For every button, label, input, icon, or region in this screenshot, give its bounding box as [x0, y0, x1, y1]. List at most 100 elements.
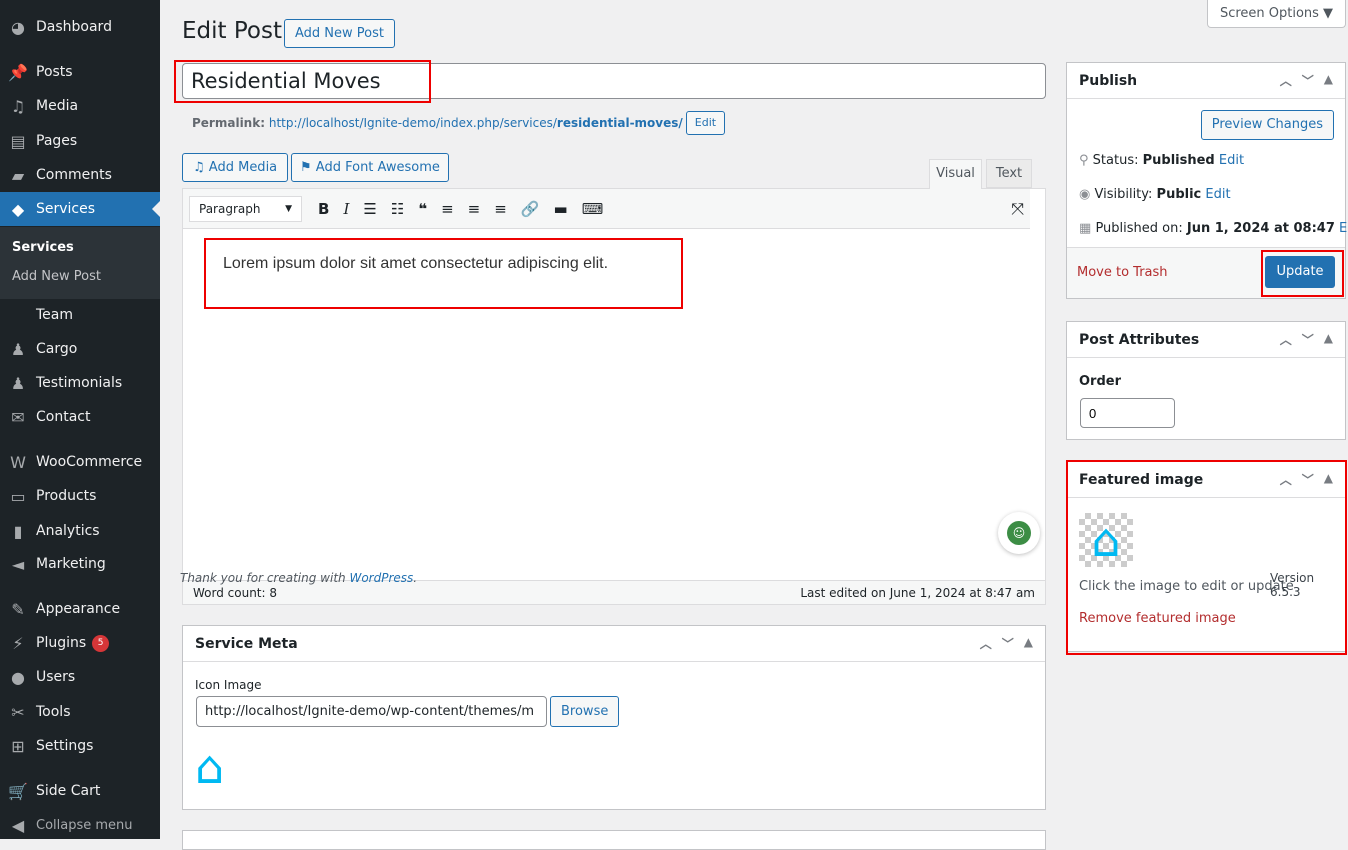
- word-count: Word count: 8: [193, 585, 278, 600]
- bullet-list-icon[interactable]: ☰: [363, 200, 376, 218]
- edit-status-link[interactable]: Edit: [1219, 153, 1244, 168]
- toggle-icon[interactable]: ▲: [1324, 331, 1333, 348]
- add-font-awesome-button[interactable]: ⚑ Add Font Awesome: [291, 153, 449, 182]
- sidebar-item-label: Side Cart: [36, 783, 101, 799]
- status-row: ⚲ Status: Published Edit: [1079, 153, 1245, 168]
- move-up-icon[interactable]: ︿: [980, 635, 992, 652]
- screen-options-button[interactable]: Screen Options ▼: [1207, 0, 1346, 28]
- submenu-item[interactable]: Services: [12, 240, 74, 255]
- toggle-icon[interactable]: ▲: [1324, 471, 1333, 488]
- next-metabox: [182, 830, 1046, 850]
- wordpress-link[interactable]: WordPress: [349, 571, 413, 585]
- sidebar-item-side-cart[interactable]: 🛒 Side Cart: [0, 774, 160, 808]
- sidebar-item-appearance[interactable]: ✎ Appearance: [0, 592, 160, 626]
- sidebar-item-marketing[interactable]: ◄ Marketing: [0, 547, 160, 581]
- house-icon: ⌂: [195, 740, 225, 794]
- admin-sidebar: ◕ Dashboard 📌 Posts ♫ Media ▤ Pages ▰ Comments ◆ Se…: [0, 0, 160, 839]
- move-up-icon[interactable]: ︿: [1280, 471, 1292, 488]
- add-new-post-button[interactable]: Add New Post: [284, 19, 395, 48]
- permalink-edit-button[interactable]: Edit: [685, 111, 726, 135]
- sidebar-item-team[interactable]: Team: [0, 298, 160, 332]
- sidebar-item-comments[interactable]: ▰ Comments: [0, 158, 160, 192]
- browse-button[interactable]: Browse: [550, 696, 620, 727]
- move-up-icon[interactable]: ︿: [1280, 331, 1292, 348]
- add-media-button[interactable]: ♫ Add Media: [182, 153, 289, 182]
- sidebar-item-testimonials[interactable]: ♟ Testimonials: [0, 366, 160, 400]
- collapse-icon: ◀: [11, 815, 25, 835]
- brush-icon: ✎: [11, 599, 25, 619]
- move-to-trash-link[interactable]: Move to Trash: [1077, 265, 1168, 280]
- sidebar-item-media[interactable]: ♫ Media: [0, 89, 160, 123]
- edit-date-link[interactable]: Edit: [1339, 221, 1348, 236]
- bold-icon[interactable]: B: [318, 200, 329, 218]
- toolbar-toggle-icon[interactable]: ⌨: [582, 200, 604, 218]
- last-edited: Last edited on June 1, 2024 at 8:47 am: [800, 585, 1035, 600]
- remove-featured-image-link[interactable]: Remove featured image: [1079, 611, 1236, 626]
- toggle-icon[interactable]: ▲: [1024, 635, 1033, 652]
- sidebar-item-label: Testimonials: [36, 375, 123, 391]
- sidebar-item-settings[interactable]: ⊞ Settings: [0, 729, 160, 763]
- align-left-icon[interactable]: ≡: [441, 200, 454, 218]
- person-icon: ♟: [10, 373, 26, 393]
- sidebar-item-tools[interactable]: ✂ Tools: [0, 695, 160, 729]
- italic-icon[interactable]: I: [343, 200, 349, 218]
- sidebar-item-analytics[interactable]: ▮ Analytics: [0, 514, 160, 548]
- permalink-label: Permalink:: [192, 116, 266, 130]
- icon-image-url-input[interactable]: [196, 696, 547, 727]
- fullscreen-icon[interactable]: ⤧: [1011, 199, 1024, 219]
- move-down-icon[interactable]: ﹀: [1002, 635, 1014, 652]
- sidebar-item-posts[interactable]: 📌 Posts: [0, 55, 160, 89]
- order-input[interactable]: [1080, 398, 1175, 428]
- editor-content[interactable]: Lorem ipsum dolor sit amet consectetur a…: [223, 255, 608, 273]
- blockquote-icon[interactable]: ❝: [418, 200, 427, 218]
- publish-title: Publish: [1079, 72, 1138, 89]
- sidebar-item-label: Dashboard: [36, 19, 112, 35]
- sidebar-item-users[interactable]: ● Users: [0, 660, 160, 694]
- sidebar-item-products[interactable]: ▭ Products: [0, 479, 160, 513]
- mail-icon: ✉: [11, 407, 25, 427]
- numbered-list-icon[interactable]: ☷: [391, 200, 404, 218]
- sidebar-item-label: WooCommerce: [36, 454, 143, 470]
- sidebar-item-services[interactable]: ◆ Services: [0, 192, 160, 226]
- collapse-menu-button[interactable]: ◀ Collapse menu: [0, 808, 160, 842]
- move-up-icon[interactable]: ︿: [1280, 72, 1292, 89]
- sidebar-item-label: Analytics: [36, 523, 100, 539]
- tab-visual[interactable]: Visual: [929, 159, 982, 189]
- move-down-icon[interactable]: ﹀: [1302, 72, 1314, 89]
- format-select[interactable]: Paragraph ▼: [189, 195, 302, 222]
- update-button[interactable]: Update: [1265, 256, 1335, 288]
- cart-icon: 🛒: [8, 781, 28, 801]
- sidebar-item-pages[interactable]: ▤ Pages: [0, 124, 160, 158]
- robot-icon: ☺: [1007, 521, 1031, 545]
- sidebar-item-plugins[interactable]: ⚡ Plugins 5: [0, 626, 160, 660]
- sidebar-item-label: Products: [36, 488, 97, 504]
- sidebar-item-label: Cargo: [36, 341, 78, 357]
- service-meta-title: Service Meta: [195, 635, 298, 652]
- sidebar-item-label: Pages: [36, 133, 78, 149]
- permalink-link[interactable]: http://localhost/Ignite-demo/index.php/s…: [269, 116, 683, 130]
- link-icon[interactable]: 🔗: [521, 200, 540, 218]
- edit-visibility-link[interactable]: Edit: [1205, 187, 1230, 202]
- submenu-item[interactable]: Add New Post: [12, 269, 101, 284]
- dashboard-icon: ◕: [11, 17, 25, 37]
- sidebar-item-woocommerce[interactable]: W WooCommerce: [0, 445, 160, 479]
- sidebar-item-contact[interactable]: ✉ Contact: [0, 400, 160, 434]
- sidebar-item-label: Comments: [36, 167, 112, 183]
- assistant-bubble[interactable]: ☺: [998, 512, 1040, 554]
- align-center-icon[interactable]: ≡: [468, 200, 481, 218]
- media-icon: ♫: [10, 96, 26, 116]
- pin-icon: 📌: [8, 62, 28, 82]
- featured-image-thumbnail[interactable]: ⌂: [1079, 513, 1133, 567]
- move-down-icon[interactable]: ﹀: [1302, 331, 1314, 348]
- post-title-input[interactable]: [182, 63, 1046, 99]
- tab-text[interactable]: Text: [986, 159, 1032, 188]
- sidebar-item-cargo[interactable]: ♟ Cargo: [0, 332, 160, 366]
- footer-thanks: Thank you for creating with WordPress.: [180, 571, 418, 585]
- sidebar-item-dashboard[interactable]: ◕ Dashboard: [0, 10, 160, 44]
- read-more-icon[interactable]: ▬: [554, 200, 568, 218]
- toggle-icon[interactable]: ▲: [1324, 72, 1333, 89]
- align-right-icon[interactable]: ≡: [494, 200, 507, 218]
- tag-icon: ◆: [11, 199, 25, 219]
- move-down-icon[interactable]: ﹀: [1302, 471, 1314, 488]
- preview-changes-button[interactable]: Preview Changes: [1200, 110, 1334, 140]
